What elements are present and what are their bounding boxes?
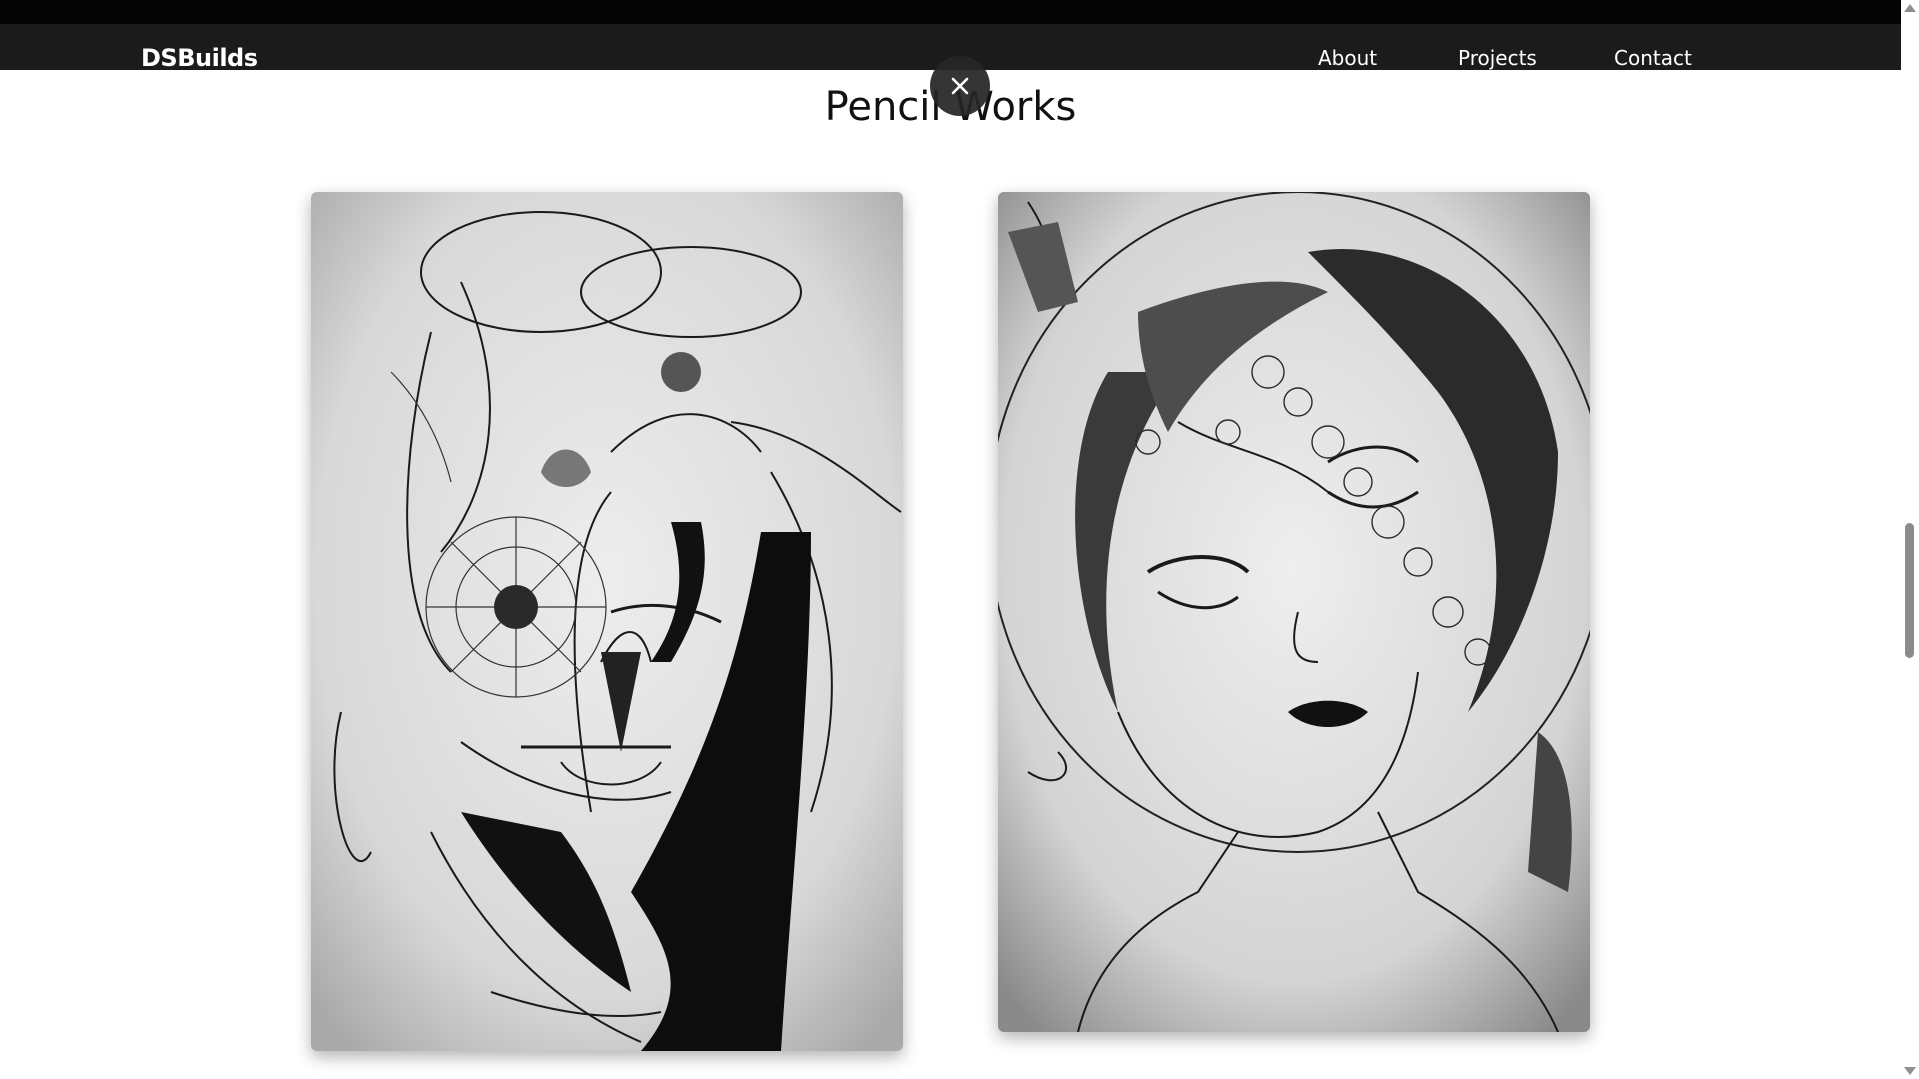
brand-logo[interactable]: DSBuilds bbox=[141, 44, 258, 72]
scroll-down-arrow-icon[interactable] bbox=[1904, 1067, 1916, 1075]
nav-link-projects[interactable]: Projects bbox=[1458, 46, 1537, 70]
pencil-drawing-icon bbox=[998, 192, 1590, 1032]
nav-link-about[interactable]: About bbox=[1318, 46, 1377, 70]
close-icon bbox=[951, 77, 969, 95]
nav-link-contact[interactable]: Contact bbox=[1614, 46, 1692, 70]
scroll-up-arrow-icon[interactable] bbox=[1904, 4, 1916, 12]
gallery-image-1[interactable] bbox=[311, 192, 903, 1051]
page: DSBuilds About Projects Contact Pencil W… bbox=[0, 0, 1919, 1079]
vertical-scrollbar[interactable] bbox=[1901, 0, 1919, 1079]
scrollbar-thumb[interactable] bbox=[1905, 523, 1914, 658]
top-strip bbox=[0, 0, 1901, 24]
close-button[interactable] bbox=[930, 56, 990, 116]
pencil-drawing-icon bbox=[311, 192, 903, 1051]
gallery-image-2[interactable] bbox=[998, 192, 1590, 1032]
